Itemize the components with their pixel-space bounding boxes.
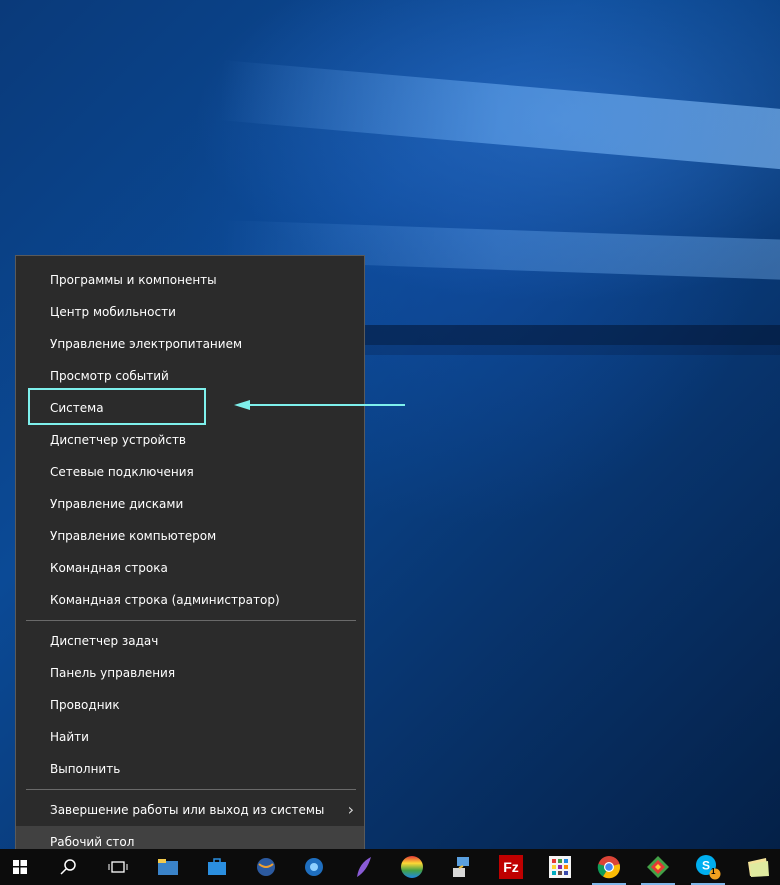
taskbar-app-notes[interactable] (738, 849, 778, 885)
wallpaper-shadow (310, 345, 780, 355)
pointer-arrow-icon (234, 400, 405, 410)
menu-item-search[interactable]: Найти (16, 721, 364, 753)
wallpaper-shadow (310, 325, 780, 345)
highlight-box (28, 388, 206, 425)
menu-item-command-prompt-admin[interactable]: Командная строка (администратор) (16, 584, 364, 616)
menu-item-task-manager[interactable]: Диспетчер задач (16, 625, 364, 657)
folder-notes-icon (748, 858, 769, 877)
filezilla-icon: Fz (499, 855, 523, 879)
menu-item-device-manager[interactable]: Диспетчер устройств (16, 424, 364, 456)
taskbar-app-browser[interactable] (294, 849, 334, 885)
svg-text:S: S (702, 859, 710, 873)
feather-icon (357, 857, 371, 877)
taskbar-app-network-tool[interactable] (442, 849, 482, 885)
store-icon (208, 858, 226, 875)
taskbar-app-feather[interactable] (344, 849, 384, 885)
search-icon (60, 859, 76, 875)
color-ball-icon (401, 856, 423, 878)
diamond-tool-icon (647, 856, 669, 878)
winx-context-menu: Программы и компоненты Центр мобильности… (15, 255, 365, 858)
chevron-right-icon: › (347, 800, 354, 819)
taskbar-app-store[interactable] (197, 849, 237, 885)
menu-separator (26, 620, 356, 621)
menu-item-run[interactable]: Выполнить (16, 753, 364, 785)
browser-icon (305, 858, 323, 876)
globe-icon (257, 858, 275, 876)
wallpaper-light-beam (217, 60, 780, 181)
search-button[interactable] (48, 849, 88, 885)
network-computer-icon (453, 857, 469, 877)
taskbar-app-filezilla[interactable]: Fz (491, 849, 531, 885)
skype-icon: S (696, 855, 721, 880)
task-view-icon (108, 861, 128, 873)
taskbar-app-explorer[interactable] (148, 849, 188, 885)
menu-item-shutdown[interactable]: Завершение работы или выход из системы › (16, 794, 364, 826)
taskbar-app-grid[interactable] (540, 849, 580, 885)
app-grid-icon (549, 856, 571, 878)
task-view-button[interactable] (98, 849, 138, 885)
skype-notification-badge: 1 (711, 867, 716, 876)
menu-item-control-panel[interactable]: Панель управления (16, 657, 364, 689)
menu-item-programs[interactable]: Программы и компоненты (16, 264, 364, 296)
menu-item-mobility-center[interactable]: Центр мобильности (16, 296, 364, 328)
start-button[interactable] (0, 849, 40, 885)
svg-text:Fz: Fz (503, 859, 519, 875)
menu-item-network-connections[interactable]: Сетевые подключения (16, 456, 364, 488)
taskbar-app-diamond-tool[interactable] (638, 849, 678, 885)
taskbar-app-chrome[interactable] (589, 849, 629, 885)
menu-separator (26, 789, 356, 790)
taskbar-app-color-ball[interactable] (392, 849, 432, 885)
chrome-icon (597, 856, 621, 879)
menu-item-power-options[interactable]: Управление электропитанием (16, 328, 364, 360)
taskbar: Fz S 1 (0, 849, 780, 885)
taskbar-app-globe[interactable] (246, 849, 286, 885)
taskbar-app-skype[interactable]: S 1 (688, 849, 728, 885)
menu-item-shutdown-label: Завершение работы или выход из системы (50, 803, 325, 817)
menu-item-disk-management[interactable]: Управление дисками (16, 488, 364, 520)
menu-item-computer-management[interactable]: Управление компьютером (16, 520, 364, 552)
windows-logo-icon (13, 860, 27, 874)
folder-icon (158, 859, 178, 875)
menu-item-command-prompt[interactable]: Командная строка (16, 552, 364, 584)
menu-item-explorer[interactable]: Проводник (16, 689, 364, 721)
